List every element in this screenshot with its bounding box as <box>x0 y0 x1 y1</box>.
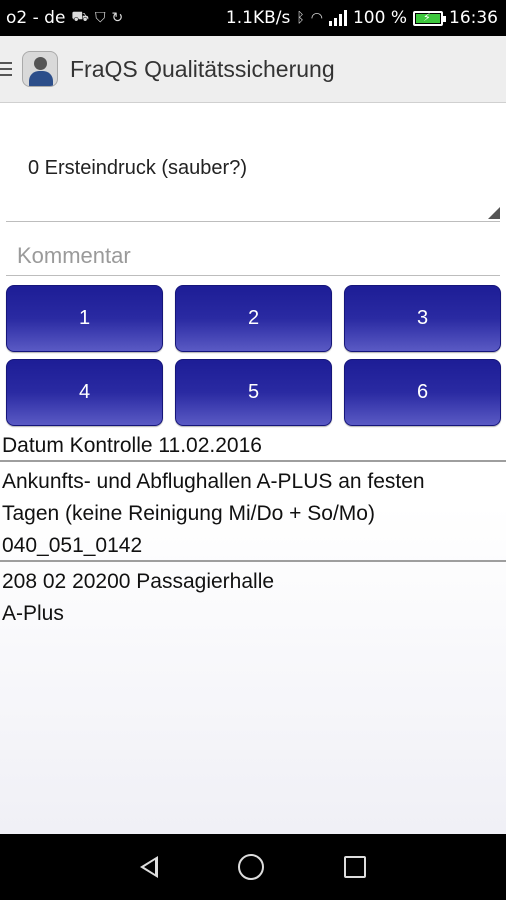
main-content: 0 Ersteindruck (sauber?) 1 2 3 4 5 6 Dat… <box>0 103 506 834</box>
spinner-selected-value: 0 Ersteindruck (sauber?) <box>28 157 247 179</box>
bluetooth-icon: ᛒ <box>296 10 305 26</box>
rating-button-3[interactable]: 3 <box>344 285 501 352</box>
rating-button-1[interactable]: 1 <box>6 285 163 352</box>
battery-charging-icon: ⚡ <box>413 10 446 26</box>
divider <box>0 460 506 462</box>
room-line2: A-Plus <box>2 602 64 625</box>
room-info: 208 02 20200 Passagierhalle A-Plus <box>0 566 506 630</box>
wifi-icon: ◠ <box>310 10 323 26</box>
status-bar: o2 - de ⛟ ⛉ ↻ 1.1KB/s ᛒ ◠ 100 % ⚡ 16:36 <box>0 0 506 36</box>
carrier-label: o2 - de <box>6 8 66 28</box>
clock: 16:36 <box>449 8 498 28</box>
shield-icon: ⛉ <box>95 10 106 26</box>
area-description-line2: Tagen (keine Reinigung Mi/Do + So/Mo) <box>2 502 375 525</box>
rating-spinner[interactable]: 0 Ersteindruck (sauber?) <box>6 129 500 222</box>
control-date: Datum Kontrolle 11.02.2016 <box>2 434 262 457</box>
battery-percent: 100 % <box>352 8 407 28</box>
signal-icon <box>328 10 347 26</box>
navigation-bar <box>0 834 506 900</box>
rating-button-5[interactable]: 5 <box>175 359 332 426</box>
area-description-line1: Ankunfts- und Abflughallen A-PLUS an fes… <box>2 470 425 493</box>
back-icon[interactable] <box>140 856 158 878</box>
rating-button-grid: 1 2 3 4 5 6 <box>6 285 501 426</box>
app-logo-icon[interactable] <box>22 51 58 87</box>
car-icon: ⛟ <box>71 9 90 25</box>
recent-apps-icon[interactable] <box>344 856 366 878</box>
dropdown-arrow-icon <box>488 207 500 219</box>
status-left: o2 - de ⛟ ⛉ ↻ <box>6 8 123 28</box>
app-bar: FraQS Qualitätssicherung <box>0 36 506 103</box>
menu-icon[interactable] <box>0 62 16 76</box>
rating-button-6[interactable]: 6 <box>344 359 501 426</box>
app-title: FraQS Qualitätssicherung <box>70 55 335 82</box>
status-right: 1.1KB/s ᛒ ◠ 100 % ⚡ 16:36 <box>226 8 498 28</box>
network-speed: 1.1KB/s <box>225 8 291 28</box>
home-icon[interactable] <box>238 854 264 880</box>
comment-input[interactable] <box>6 236 500 276</box>
room-line1: 208 02 20200 Passagierhalle <box>2 570 275 593</box>
divider <box>0 560 506 562</box>
area-code: 040_051_0142 <box>2 534 143 557</box>
sync-icon: ↻ <box>111 10 124 26</box>
rating-button-4[interactable]: 4 <box>6 359 163 426</box>
area-info: Ankunfts- und Abflughallen A-PLUS an fes… <box>0 466 506 562</box>
rating-button-2[interactable]: 2 <box>175 285 332 352</box>
